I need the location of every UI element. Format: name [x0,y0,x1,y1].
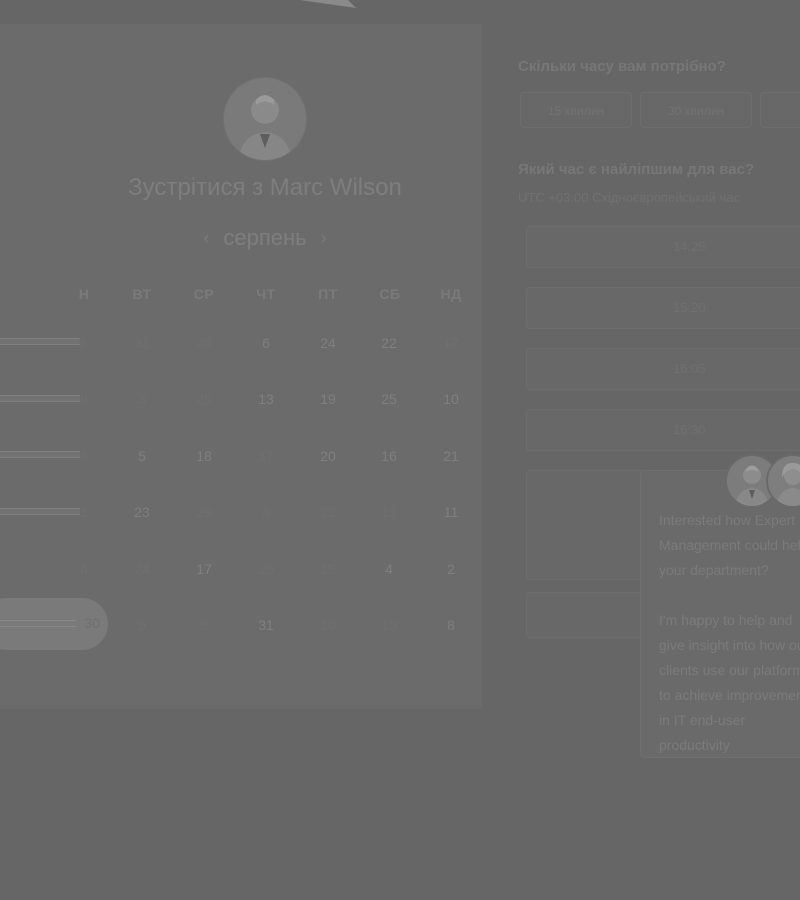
calendar-day[interactable]: 25 [184,391,224,407]
time-heading: Який час є найліпшим для вас? [518,161,755,178]
timezone-label: UTC +03:00 Східноєвропейський час [518,190,740,205]
calendar-day[interactable]: 21 [431,448,471,464]
calendar-day[interactable]: 31 [246,617,286,633]
calendar-day[interactable]: 4 [369,561,409,577]
time-slot-label: 15:20 [673,300,706,315]
calendar-day[interactable]: 15 [308,561,348,577]
weekday-label: ЧТ [256,286,276,302]
weekday-label: СБ [379,286,401,302]
calendar-day[interactable]: 9 [62,335,102,351]
top-notch-decoration [300,0,360,8]
calendar-day[interactable]: 20 [184,335,224,351]
calendar-day[interactable]: 8 [246,504,286,520]
calendar-day[interactable]: 31 [122,335,162,351]
time-slot-label: 14:25 [673,239,706,254]
calendar-day[interactable]: 22 [369,335,409,351]
calendar-day[interactable]: 10 [431,391,471,407]
calendar-day[interactable]: 9 [64,391,104,407]
calendar-day[interactable]: 16 [369,448,409,464]
calendar-day[interactable]: 6 [64,448,104,464]
calendar-day[interactable]: 10 [308,617,348,633]
calendar-day[interactable]: 17 [246,448,286,464]
duration-heading: Скільки часу вам потрібно? [518,58,726,75]
calendar-day[interactable]: 11 [431,504,471,520]
calendar-day[interactable]: 24 [308,335,348,351]
weekday-label: Н [78,286,90,302]
calendar-day[interactable]: 17 [184,561,224,577]
calendar-day[interactable]: 29 [184,504,224,520]
calendar-day[interactable]: 13 [246,391,286,407]
chat-message: I'm happy to help and give insight into … [659,612,800,753]
calendar-day[interactable]: 10 [369,617,409,633]
calendar-day[interactable]: 6 [246,335,286,351]
calendar-day[interactable]: 20 [308,448,348,464]
time-slot[interactable]: 16:30 [526,409,800,451]
calendar-day[interactable]: 1 [64,504,104,520]
time-slot[interactable]: 14:25 [526,226,800,268]
duration-option-30[interactable]: 30 хвилин [640,92,752,128]
calendar-day: 30 [84,615,100,631]
calendar-day[interactable]: 9 [184,617,224,633]
chat-message: Interested how Expert Management could h… [659,512,800,578]
meeting-title: Зустрітися з Marc Wilson [128,174,402,201]
selected-day-pill[interactable]: 30 [0,598,108,650]
weekday-label: НД [440,286,462,302]
calendar-day[interactable]: 2 [431,561,471,577]
time-slot[interactable]: 15:20 [526,287,800,329]
calendar-day[interactable]: 18 [184,448,224,464]
calendar-day[interactable]: 22 [308,504,348,520]
calendar-day[interactable]: 25 [369,391,409,407]
calendar-day[interactable]: 4 [64,561,104,577]
weekday-header: Н ВТ СР ЧТ ПТ СБ НД [0,286,482,306]
month-label: серпень [223,225,307,250]
calendar-day[interactable]: 24 [122,561,162,577]
calendar-day[interactable]: 17 [431,335,471,351]
chevron-left-icon[interactable]: ‹ [203,228,209,249]
calendar-day[interactable]: 20 [246,561,286,577]
calendar-day[interactable]: 5 [122,448,162,464]
time-slot-label: 16:05 [673,361,706,376]
calendar-day[interactable]: 9 [122,617,162,633]
time-slot-label: 16:30 [673,422,706,437]
weekday-label: ВТ [132,286,152,302]
calendar-day[interactable]: 19 [308,391,348,407]
host-avatar [224,78,306,160]
calendar-day[interactable]: 12 [369,504,409,520]
chevron-right-icon[interactable]: › [321,228,327,249]
weekday-label: СР [193,286,215,302]
date-range-bar [0,620,76,627]
time-slot[interactable]: 16:05 [526,348,800,390]
duration-option-more[interactable] [760,92,800,128]
calendar-day[interactable]: 23 [122,504,162,520]
calendar-day[interactable]: 8 [431,617,471,633]
calendar-day[interactable]: 3 [122,391,162,407]
month-navigator: ‹ серпень › [185,222,345,254]
weekday-label: ПТ [318,286,338,302]
duration-option-15[interactable]: 15 хвилин [520,92,632,128]
